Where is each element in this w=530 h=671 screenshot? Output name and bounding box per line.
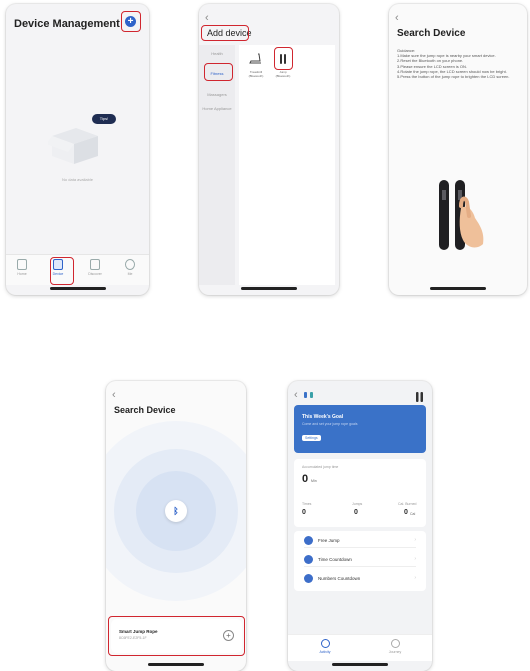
highlight-box	[204, 63, 233, 81]
highlight-box	[274, 47, 293, 70]
tab-me[interactable]: Me	[118, 259, 142, 276]
mode-numbers-countdown[interactable]: Numbers Countdown ›	[304, 571, 416, 585]
back-icon[interactable]: ‹	[205, 13, 209, 24]
person-icon	[125, 259, 135, 270]
add-device-screen: ‹ Add device Health Fitness Massagers Ho…	[199, 4, 339, 295]
mode-time-countdown[interactable]: Time Countdown ›	[304, 552, 416, 567]
tab-label: Home	[17, 272, 27, 276]
tab-journey[interactable]: Journey	[384, 639, 406, 654]
home-indicator	[430, 287, 486, 290]
back-icon[interactable]: ‹	[395, 13, 399, 24]
accum-label: Accumulated jump time	[302, 465, 339, 469]
goal-subtitle: Come and set your jump rope goals	[302, 422, 358, 426]
category-home-appliance[interactable]: Home Appliance	[202, 106, 232, 111]
accum-value: 0	[302, 473, 309, 485]
search-device-guidance-screen: ‹ Search Device Guidance: 1.Make sure th…	[389, 4, 527, 295]
highlight-box	[50, 257, 74, 285]
highlight-box	[121, 11, 141, 32]
category-sidebar	[199, 45, 235, 285]
highlight-box	[201, 25, 249, 41]
empty-box-illustration	[46, 124, 100, 166]
home-icon	[17, 259, 27, 270]
back-icon[interactable]: ‹	[294, 390, 298, 401]
stat-label-times: Times	[302, 502, 312, 506]
search-device-scanning-screen: ‹ Search Device ᛒ Smart Jump Rope 8C6FE2…	[106, 381, 246, 671]
highlight-box	[108, 616, 245, 656]
jump-rope-hand-illustration	[437, 180, 493, 252]
stat-label-calories: Cal. Burned	[398, 502, 417, 506]
mode-free-jump[interactable]: Free Jump ›	[304, 533, 416, 548]
home-indicator	[241, 287, 297, 290]
device-list	[239, 45, 335, 285]
free-jump-icon	[304, 535, 313, 545]
accum-unit: Min	[311, 479, 317, 483]
device-management-screen: Device Management + Tips! No data availa…	[6, 4, 149, 295]
empty-state-text: No data available	[62, 177, 93, 182]
back-icon[interactable]: ‹	[112, 390, 116, 401]
device-item-treadmill[interactable]: Treadmill (Bluetooth)	[245, 52, 267, 78]
stat-value-calories: 0	[404, 509, 408, 516]
stat-value-jumps: 0	[354, 509, 358, 516]
bluetooth-icon: ᛒ	[165, 500, 187, 522]
guidance-text: Guidance: 1.Make sure the jump rope is n…	[397, 48, 510, 80]
device-label: Treadmill (Bluetooth)	[248, 70, 264, 78]
home-indicator	[49, 287, 106, 290]
jump-rope-icon[interactable]	[415, 389, 424, 402]
tab-label: Discover	[88, 272, 102, 276]
counter-icon	[304, 573, 313, 583]
home-indicator	[332, 663, 388, 666]
device-label: Jump (Bluetooth)	[275, 70, 291, 78]
category-health[interactable]: Health	[202, 51, 232, 56]
battery-icon	[304, 392, 307, 398]
tab-label: Activity	[319, 650, 331, 654]
timer-icon	[304, 554, 313, 564]
page-title: Search Device	[114, 405, 176, 415]
stat-value-times: 0	[302, 509, 306, 516]
discover-icon	[90, 259, 100, 270]
bottom-tab-bar: Activity Journey	[288, 634, 432, 661]
mode-list: Free Jump › Time Countdown › Numbers Cou…	[294, 531, 426, 591]
treadmill-icon	[249, 53, 261, 64]
activity-icon	[320, 639, 330, 648]
page-title: Device Management	[14, 18, 120, 30]
stats-card: Accumulated jump time 0 Min Times 0 Jump…	[294, 459, 426, 527]
signal-icon	[310, 392, 313, 398]
bottom-tab-bar: Home Device Discover Me	[6, 254, 149, 285]
tab-label: Me	[127, 272, 133, 276]
tips-bubble: Tips!	[92, 114, 116, 124]
stat-label-jumps: Jumps	[352, 502, 363, 506]
category-massagers[interactable]: Massagers	[202, 92, 232, 97]
tab-label: Journey	[388, 650, 402, 654]
stat-unit-calories: Cal	[410, 512, 416, 516]
tab-activity[interactable]: Activity	[314, 639, 336, 654]
goal-title: This Week's Goal	[302, 414, 344, 420]
mode-label: Numbers Countdown	[318, 575, 361, 581]
tab-home[interactable]: Home	[10, 259, 34, 276]
journey-icon	[390, 639, 400, 648]
tab-discover[interactable]: Discover	[83, 259, 107, 276]
jump-rope-dashboard-screen: ‹ This Week's Goal Come and set your jum…	[288, 381, 432, 671]
weekly-goal-card: This Week's Goal Come and set your jump …	[294, 405, 426, 453]
page-title: Search Device	[397, 28, 466, 39]
chevron-right-icon: ›	[414, 556, 416, 562]
chevron-right-icon: ›	[414, 575, 416, 581]
settings-button[interactable]: Settings	[302, 435, 321, 441]
chevron-right-icon: ›	[414, 537, 416, 543]
mode-label: Free Jump	[318, 537, 340, 543]
mode-label: Time Countdown	[318, 556, 352, 562]
home-indicator	[148, 663, 204, 666]
